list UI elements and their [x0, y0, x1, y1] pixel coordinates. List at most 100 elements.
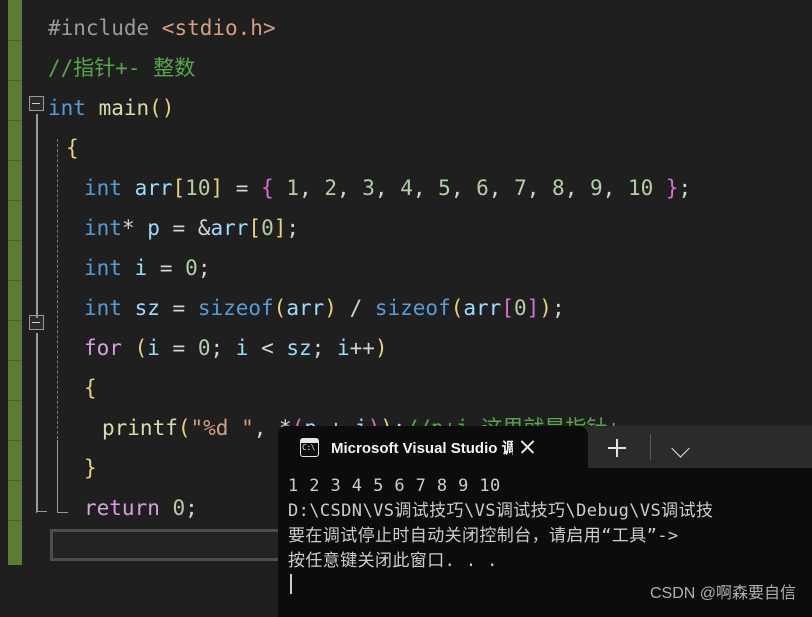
code-token: ;: [185, 496, 198, 520]
code-token: (: [450, 296, 464, 320]
code-token: [: [248, 216, 262, 240]
chevron-down-icon[interactable]: [670, 437, 692, 459]
code-token: 0: [261, 216, 274, 240]
code-token: arr: [463, 296, 502, 320]
code-token: 2: [311, 176, 337, 200]
code-token: 7: [501, 176, 527, 200]
code-token: ): [539, 296, 552, 320]
terminal-output-line: 1 2 3 4 5 6 7 8 9 10: [288, 476, 501, 496]
code-token: arr: [286, 296, 325, 320]
code-token: "%d ": [190, 416, 254, 440]
console-icon: C:\: [300, 437, 319, 457]
code-token: (): [149, 96, 175, 120]
close-icon[interactable]: [515, 434, 541, 460]
code-token: int: [84, 296, 135, 320]
code-line: return 0;: [84, 488, 198, 528]
code-token: 0: [185, 256, 198, 280]
code-line: int arr[10] = { 1, 2, 3, 4, 5, 6, 7, 8, …: [84, 168, 691, 208]
code-line: //指针+- 整数: [48, 48, 195, 88]
code-token: 4: [387, 176, 413, 200]
code-token: sizeof: [197, 296, 274, 320]
code-token: =: [223, 176, 262, 200]
code-token: int: [84, 176, 135, 200]
vs-editor-screenshot: #include <stdio.h>//指针+- 整数 int main(){in…: [0, 0, 812, 617]
code-token: i: [147, 336, 160, 360]
code-token: =: [159, 296, 198, 320]
code-token: arr: [134, 176, 173, 200]
terminal-output-line: 按任意键关闭此窗口. . .: [288, 551, 498, 571]
code-token: 10: [615, 176, 654, 200]
code-token: sizeof: [374, 296, 451, 320]
code-token: 9: [577, 176, 603, 200]
code-token: 0: [513, 296, 527, 320]
code-token: {: [261, 176, 274, 200]
code-token: ): [374, 336, 388, 360]
code-token: ,: [374, 176, 388, 200]
code-token: (: [177, 416, 191, 440]
code-line: {: [66, 128, 79, 168]
terminal-tab[interactable]: C:\ Microsoft Visual Studio 调试控: [278, 426, 588, 468]
code-token: =: [147, 256, 186, 280]
code-token: i: [235, 336, 249, 360]
code-token: = &: [159, 216, 211, 240]
code-token: (: [134, 336, 148, 360]
code-token: 10: [185, 176, 211, 200]
code-token: ): [324, 296, 337, 320]
code-token: 1: [273, 176, 300, 200]
code-token: int: [48, 96, 99, 120]
code-token: ,: [526, 176, 540, 200]
code-token: arr: [210, 216, 249, 240]
code-token: main: [98, 96, 150, 120]
terminal-output-line: 要在调试停止时自动关闭控制台，请启用“工具”->: [288, 526, 679, 546]
code-token: ;: [551, 296, 565, 320]
code-token: return: [84, 496, 173, 520]
code-token: }: [84, 456, 97, 480]
code-token: 0: [172, 496, 186, 520]
code-line: #include <stdio.h>: [48, 8, 276, 48]
code-token: [: [501, 296, 514, 320]
code-token: 3: [349, 176, 375, 200]
code-token: =: [159, 336, 198, 360]
code-token: ]: [526, 296, 540, 320]
code-token: /: [336, 296, 375, 320]
code-token: ,: [336, 176, 350, 200]
new-tab-icon[interactable]: [604, 435, 630, 461]
code-line: {: [84, 368, 97, 408]
code-token: ]: [273, 216, 287, 240]
csdn-watermark: CSDN @啊森要自信: [649, 585, 796, 602]
code-token: ,: [564, 176, 578, 200]
code-token: 8: [539, 176, 565, 200]
code-token: ;: [197, 256, 211, 280]
code-token: ,: [488, 176, 502, 200]
code-token: {: [66, 136, 79, 160]
console-icon-glyph: C:\: [302, 442, 315, 452]
code-token: {: [84, 376, 97, 400]
code-token: int: [84, 216, 122, 240]
code-token: ;: [210, 336, 236, 360]
code-line: }: [84, 448, 97, 488]
code-token: ,: [412, 176, 426, 200]
code-token: i: [336, 336, 350, 360]
code-token: printf: [102, 416, 178, 440]
code-token: <stdio.h>: [161, 16, 276, 40]
code-token: ;: [678, 176, 692, 200]
code-token: ,: [450, 176, 464, 200]
code-line: int* p = &arr[0];: [84, 208, 299, 248]
code-token: int: [84, 256, 135, 280]
code-token: 0: [197, 336, 211, 360]
terminal-output-line: D:\CSDN\VS调试技巧\VS调试技巧\Debug\VS调试技: [288, 501, 714, 521]
terminal-titlebar[interactable]: C:\ Microsoft Visual Studio 调试控: [278, 426, 812, 468]
code-token: sz: [134, 296, 160, 320]
code-token: (: [273, 296, 287, 320]
code-token: 5: [425, 176, 451, 200]
code-token: ,: [299, 176, 312, 200]
code-token: <: [248, 336, 287, 360]
code-token: }: [653, 176, 679, 200]
code-line: int i = 0;: [84, 248, 210, 288]
code-token: 6: [463, 176, 489, 200]
code-token: [: [172, 176, 186, 200]
code-token: //指针+- 整数: [48, 56, 196, 80]
code-token: ;: [286, 216, 300, 240]
code-token: ;: [311, 336, 337, 360]
code-token: ,: [602, 176, 616, 200]
